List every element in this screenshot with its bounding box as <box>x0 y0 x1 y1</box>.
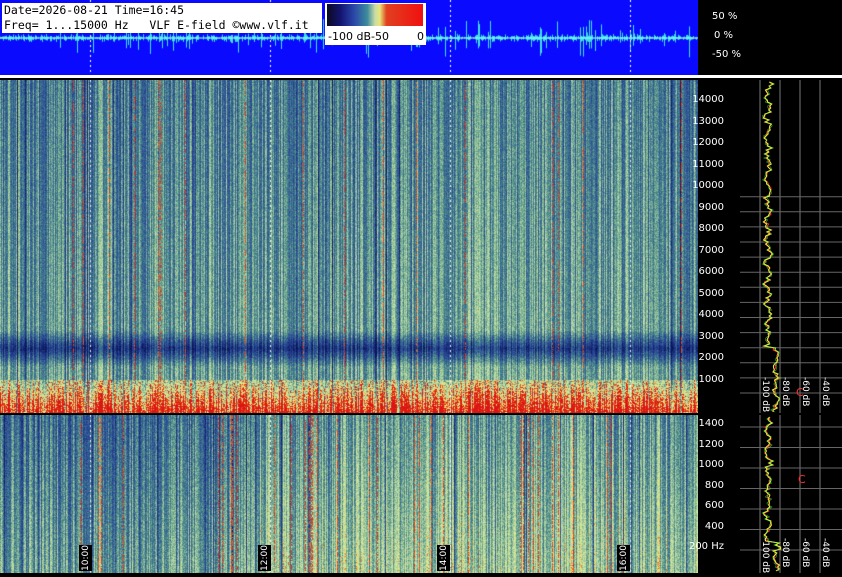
db-tick-label: -80 dB <box>780 377 790 407</box>
freq-tick-label: 5000 <box>698 287 724 299</box>
pct-label-minus50: -50 % <box>712 49 742 60</box>
freq-tick-label: 2000 <box>698 352 724 363</box>
freq-tick-label: 1200 <box>698 438 724 450</box>
spectrogram-main <box>0 80 698 413</box>
freq-tick-label: 6000 <box>698 266 724 277</box>
db-tick-label: -40 dB <box>820 377 830 407</box>
freq-tick-label: 3000 <box>698 330 724 342</box>
pct-label-50: 50 % <box>712 11 738 22</box>
scale-label-max: 0 <box>417 30 424 43</box>
db-tick-label: -40 dB <box>820 538 830 568</box>
freq-tick-label: 12000 <box>692 137 724 148</box>
freq-tick-label: 13000 <box>692 115 724 127</box>
db-tick-label: -60 dB <box>800 377 810 407</box>
freq-tick-label: 800 <box>704 479 724 491</box>
db-tick-label: -100 dB <box>760 538 770 574</box>
spectrogram-lowfreq-canvas <box>0 415 698 573</box>
freq-tick-label: 7000 <box>698 244 724 256</box>
color-scale: -100 dB -50 0 <box>325 3 426 45</box>
scale-label-min: -100 dB <box>328 30 371 43</box>
freq-tick-label: 1000 <box>698 373 724 385</box>
freq-tick-label: 4000 <box>698 309 724 320</box>
db-tick-label: -60 dB <box>800 538 810 568</box>
freq-tick-label: 14000 <box>692 94 724 105</box>
freq-tick-label: 200 Hz <box>688 541 724 552</box>
freq-label: Freq= 1...15000 Hz VLF E-field ©www.vlf.… <box>4 18 309 32</box>
date-time-label: Date=2026-08-21 Time=16:45 <box>4 3 185 17</box>
scale-label-mid: -50 <box>371 30 389 43</box>
spectrogram-main-canvas <box>0 80 698 413</box>
time-label-16: 16:00 <box>617 545 630 571</box>
time-label-12: 12:00 <box>258 545 271 571</box>
freq-tick-label: 10000 <box>692 180 724 191</box>
freq-tick-label: 1000 <box>698 459 724 470</box>
freq-tick-label: 600 <box>704 500 724 511</box>
freq-tick-label: 8000 <box>698 223 724 234</box>
freq-tick-label: 400 <box>704 520 724 532</box>
db-tick-label: -80 dB <box>780 538 790 568</box>
marker-c-low: C <box>798 473 806 486</box>
freq-tick-label: 1400 <box>698 418 724 429</box>
freq-tick-label: 9000 <box>698 201 724 213</box>
separator <box>0 75 842 78</box>
time-label-14: 14:00 <box>437 545 450 571</box>
spectrogram-lowfreq <box>0 415 698 573</box>
freq-tick-label: 11000 <box>692 158 724 170</box>
info-box: Date=2026-08-21 Time=16:45 Freq= 1...1500… <box>2 3 322 33</box>
color-scale-bar <box>327 4 423 26</box>
time-label-10: 10:00 <box>79 545 92 571</box>
db-tick-label: -100 dB <box>760 377 770 413</box>
pct-label-0: 0 % <box>714 30 734 41</box>
